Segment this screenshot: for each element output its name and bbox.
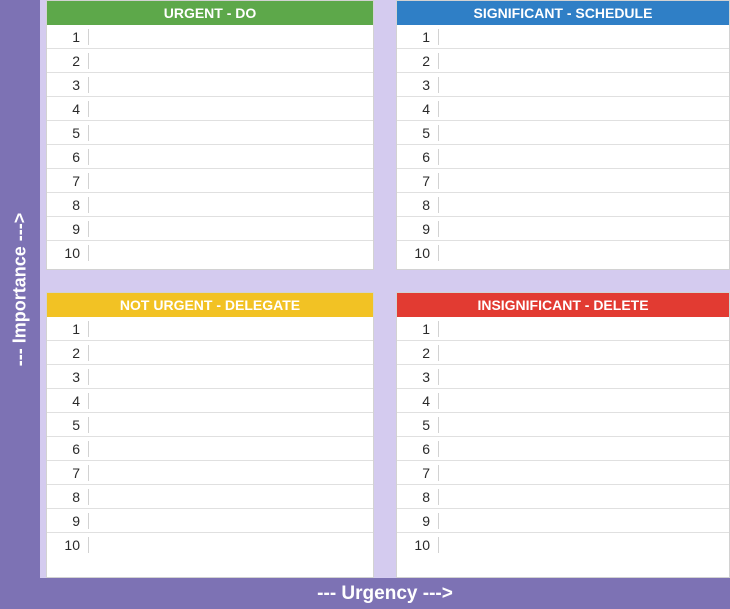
quadrant-rows-significant-schedule: 1 2 3 4 5 6 7 8 9 10	[397, 25, 729, 269]
row-number: 7	[397, 173, 439, 189]
row-number: 8	[397, 489, 439, 505]
list-item[interactable]: 5	[47, 413, 373, 437]
list-item[interactable]: 2	[47, 341, 373, 365]
row-number: 1	[47, 29, 89, 45]
list-item[interactable]: 10	[47, 533, 373, 557]
quadrant-grid: URGENT - DO 1 2 3 4 5 6 7 8 9 10 SIGNIFICANT - SC…	[40, 0, 730, 578]
row-number: 6	[47, 149, 89, 165]
list-item[interactable]: 1	[47, 25, 373, 49]
quadrant-rows-insignificant-delete: 1 2 3 4 5 6 7 8 9 10	[397, 317, 729, 577]
row-number: 7	[397, 465, 439, 481]
list-item[interactable]: 6	[397, 437, 729, 461]
row-number: 4	[47, 393, 89, 409]
row-number: 1	[397, 321, 439, 337]
list-item[interactable]: 10	[397, 533, 729, 557]
quadrant-insignificant-delete: INSIGNIFICANT - DELETE 1 2 3 4 5 6 7 8 9 10	[396, 292, 730, 578]
quadrant-header-significant-schedule: SIGNIFICANT - SCHEDULE	[397, 1, 729, 25]
list-item[interactable]: 5	[397, 413, 729, 437]
row-number: 2	[47, 53, 89, 69]
list-item[interactable]: 9	[47, 509, 373, 533]
list-item[interactable]: 2	[47, 49, 373, 73]
list-item[interactable]: 3	[47, 73, 373, 97]
y-axis: --- Importance --->	[0, 0, 40, 578]
eisenhower-matrix: --- Importance ---> URGENT - DO 1 2 3 4 5 6 7 8…	[0, 0, 730, 609]
row-number: 7	[47, 173, 89, 189]
row-number: 3	[47, 369, 89, 385]
row-number: 9	[47, 513, 89, 529]
list-item[interactable]: 5	[397, 121, 729, 145]
row-number: 8	[397, 197, 439, 213]
list-item[interactable]: 4	[47, 389, 373, 413]
list-item[interactable]: 3	[397, 365, 729, 389]
row-number: 4	[47, 101, 89, 117]
row-number: 3	[397, 77, 439, 93]
list-item[interactable]: 10	[397, 241, 729, 265]
list-item[interactable]: 4	[397, 389, 729, 413]
list-item[interactable]: 2	[397, 49, 729, 73]
list-item[interactable]: 1	[397, 317, 729, 341]
list-item[interactable]: 4	[397, 97, 729, 121]
row-number: 10	[47, 537, 89, 553]
list-item[interactable]: 9	[47, 217, 373, 241]
row-number: 6	[397, 441, 439, 457]
list-item[interactable]: 7	[397, 461, 729, 485]
x-axis-label: --- Urgency --->	[317, 583, 453, 605]
row-number: 7	[47, 465, 89, 481]
row-number: 5	[47, 417, 89, 433]
list-item[interactable]: 7	[397, 169, 729, 193]
list-item[interactable]: 6	[47, 437, 373, 461]
list-item[interactable]: 8	[397, 485, 729, 509]
y-axis-label: --- Importance --->	[10, 212, 31, 366]
row-number: 6	[397, 149, 439, 165]
list-item[interactable]: 9	[397, 509, 729, 533]
list-item[interactable]: 6	[397, 145, 729, 169]
list-item[interactable]: 1	[397, 25, 729, 49]
quadrant-not-urgent-delegate: NOT URGENT - DELEGATE 1 2 3 4 5 6 7 8 9 10	[46, 292, 374, 578]
row-number: 10	[397, 537, 439, 553]
row-number: 2	[47, 345, 89, 361]
x-axis: --- Urgency --->	[40, 578, 730, 609]
list-item[interactable]: 5	[47, 121, 373, 145]
list-item[interactable]: 6	[47, 145, 373, 169]
quadrant-header-urgent-do: URGENT - DO	[47, 1, 373, 25]
list-item[interactable]: 7	[47, 461, 373, 485]
quadrant-urgent-do: URGENT - DO 1 2 3 4 5 6 7 8 9 10	[46, 0, 374, 270]
row-number: 10	[47, 245, 89, 261]
list-item[interactable]: 2	[397, 341, 729, 365]
row-number: 8	[47, 489, 89, 505]
list-item[interactable]: 9	[397, 217, 729, 241]
list-item[interactable]: 8	[397, 193, 729, 217]
row-number: 8	[47, 197, 89, 213]
quadrant-header-insignificant-delete: INSIGNIFICANT - DELETE	[397, 293, 729, 317]
row-number: 2	[397, 345, 439, 361]
list-item[interactable]: 8	[47, 193, 373, 217]
row-number: 4	[397, 101, 439, 117]
row-number: 1	[397, 29, 439, 45]
row-number: 3	[397, 369, 439, 385]
list-item[interactable]: 3	[397, 73, 729, 97]
row-number: 5	[397, 125, 439, 141]
row-number: 6	[47, 441, 89, 457]
row-number: 5	[47, 125, 89, 141]
list-item[interactable]: 7	[47, 169, 373, 193]
row-number: 4	[397, 393, 439, 409]
list-item[interactable]: 4	[47, 97, 373, 121]
row-number: 2	[397, 53, 439, 69]
row-number: 9	[397, 513, 439, 529]
row-number: 10	[397, 245, 439, 261]
row-number: 5	[397, 417, 439, 433]
list-item[interactable]: 10	[47, 241, 373, 265]
quadrant-header-not-urgent-delegate: NOT URGENT - DELEGATE	[47, 293, 373, 317]
row-number: 9	[397, 221, 439, 237]
quadrant-rows-not-urgent-delegate: 1 2 3 4 5 6 7 8 9 10	[47, 317, 373, 577]
row-number: 3	[47, 77, 89, 93]
list-item[interactable]: 8	[47, 485, 373, 509]
quadrant-rows-urgent-do: 1 2 3 4 5 6 7 8 9 10	[47, 25, 373, 269]
quadrant-significant-schedule: SIGNIFICANT - SCHEDULE 1 2 3 4 5 6 7 8 9 10	[396, 0, 730, 270]
row-number: 1	[47, 321, 89, 337]
list-item[interactable]: 1	[47, 317, 373, 341]
list-item[interactable]: 3	[47, 365, 373, 389]
row-number: 9	[47, 221, 89, 237]
